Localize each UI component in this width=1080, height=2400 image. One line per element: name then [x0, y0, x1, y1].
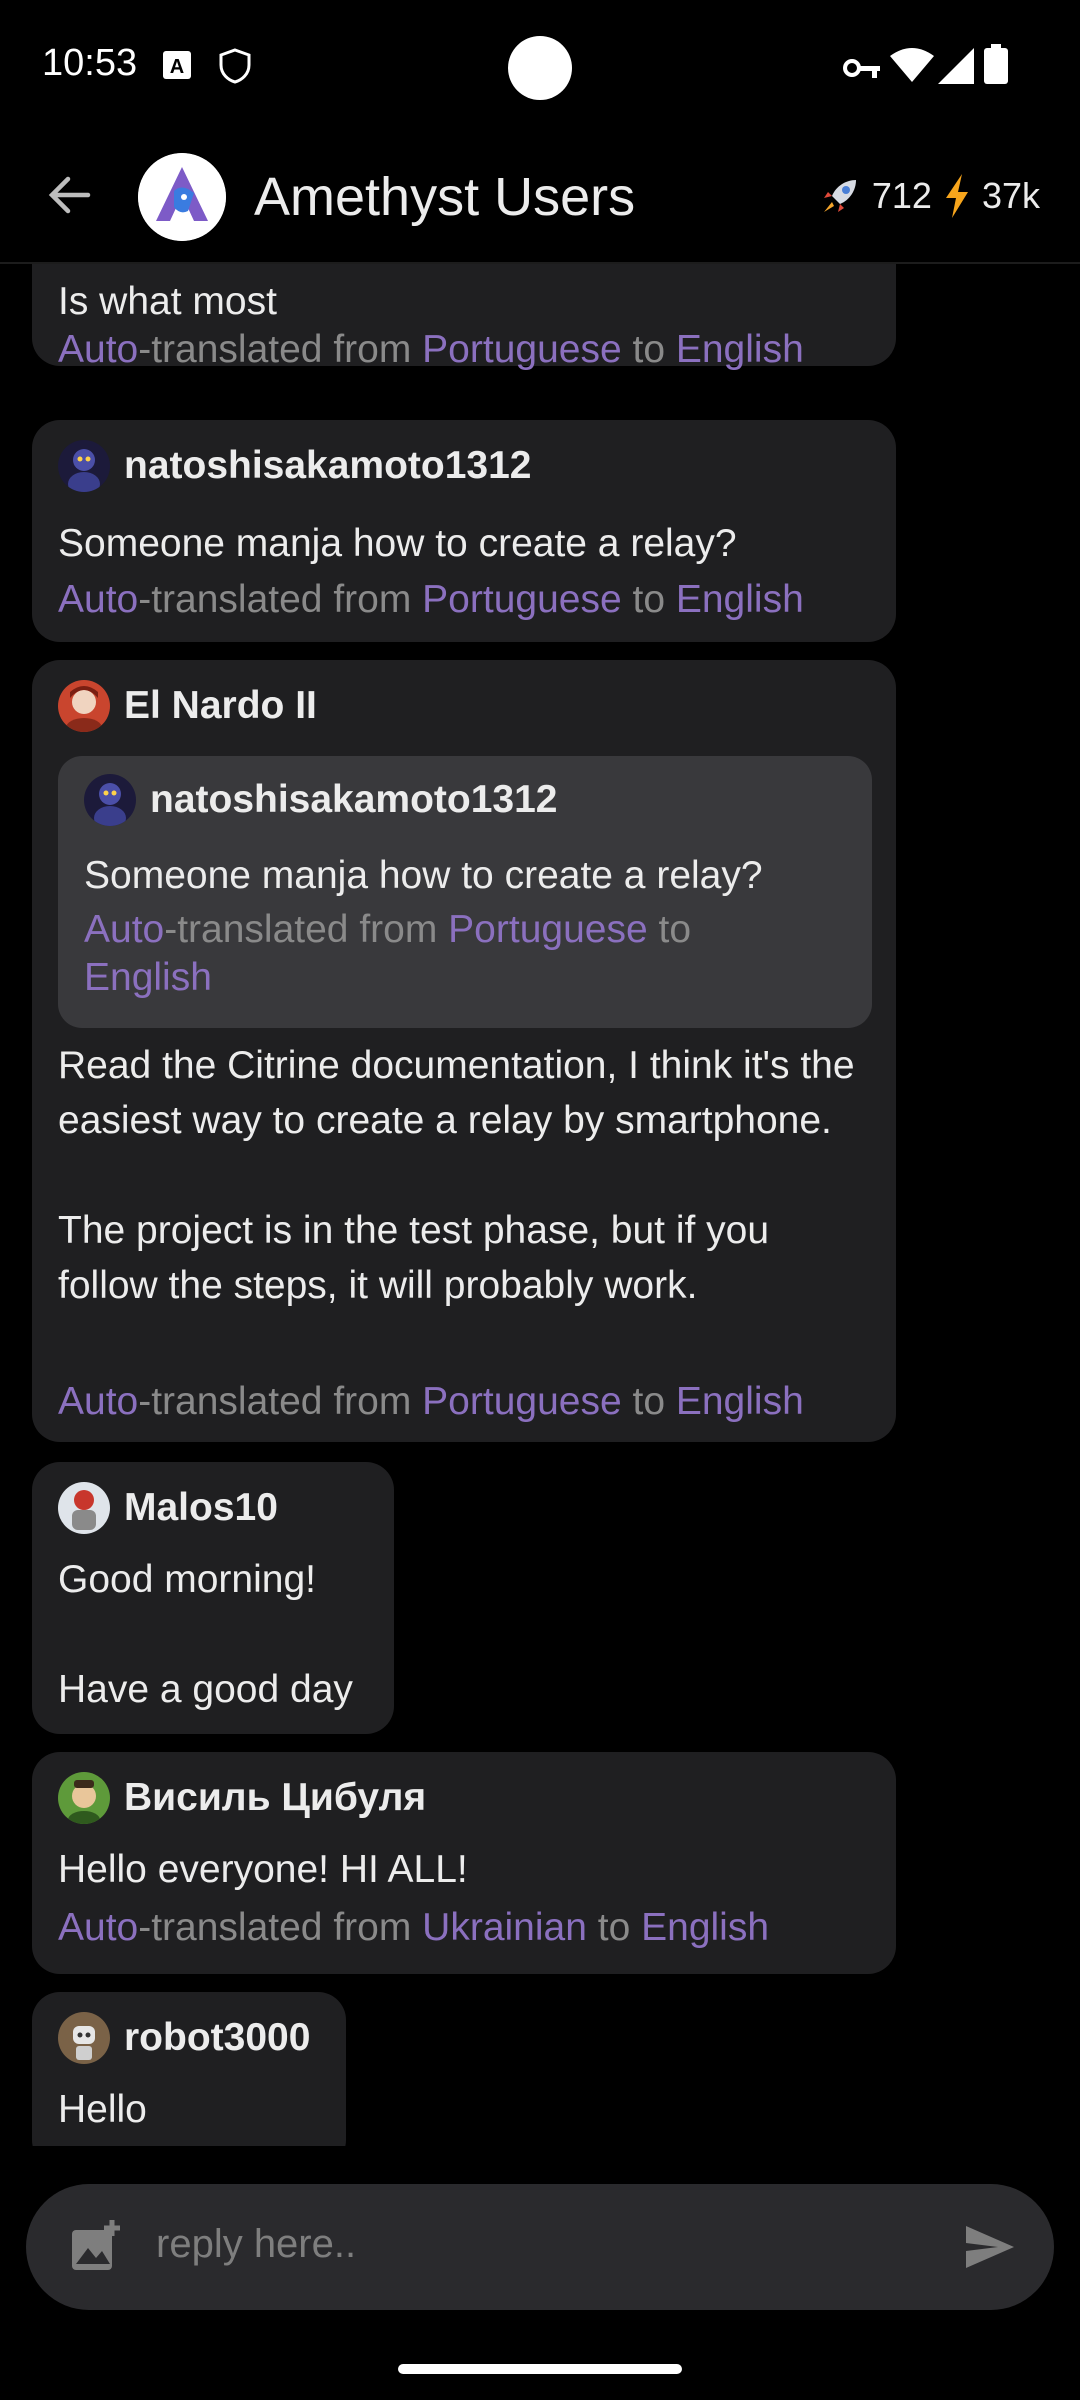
translation-to-text: to — [647, 908, 692, 951]
message-bubble[interactable]: natoshisakamoto1312 Someone manja how to… — [32, 420, 896, 642]
message-text: Good morning! Have a good day — [58, 1558, 353, 1711]
target-language: English — [675, 578, 804, 621]
home-indicator[interactable] — [398, 2364, 682, 2374]
translation-note[interactable]: Auto-translated from Portuguese to Engli… — [58, 1378, 804, 1426]
amethyst-logo-icon — [138, 153, 226, 241]
translation-note[interactable]: Auto-translated from Portuguese to Engli… — [58, 326, 804, 374]
message-text: Read the Citrine documentation, I think … — [58, 1044, 855, 1307]
message-text: Someone manja how to create a relay? — [58, 522, 737, 565]
message-feed[interactable]: Is what most Auto-translated from Portug… — [0, 264, 1080, 2146]
translation-to-text: to — [621, 578, 676, 621]
avatar[interactable] — [58, 440, 110, 492]
channel-avatar[interactable] — [138, 153, 226, 241]
message-text: Hello everyone! HI ALL! — [58, 1848, 468, 1891]
source-language: Ukrainian — [422, 1906, 587, 1949]
avatar[interactable] — [58, 1772, 110, 1824]
translation-to-text: to — [586, 1906, 642, 1949]
channel-stats: 712 37k — [818, 174, 1040, 218]
translation-to-text: to — [621, 328, 676, 371]
zap-total: 37k — [981, 175, 1040, 216]
translation-auto-label: Auto — [58, 578, 139, 621]
user-avatar-icon — [58, 1772, 110, 1824]
user-avatar-icon — [58, 2012, 110, 2064]
author-name: robot3000 — [124, 2016, 311, 2059]
author-name: El Nardo II — [124, 684, 317, 727]
source-language: Portuguese — [422, 578, 622, 621]
reply-composer[interactable]: reply here.. — [26, 2184, 1054, 2310]
quoted-author[interactable]: natoshisakamoto1312 — [84, 774, 558, 826]
translation-note[interactable]: Auto-translated from Portuguese to Engli… — [58, 576, 804, 624]
avatar[interactable] — [58, 680, 110, 732]
reply-input[interactable]: reply here.. — [156, 2222, 356, 2267]
translation-auto-label: Auto — [58, 1380, 139, 1423]
message-author[interactable]: natoshisakamoto1312 — [58, 440, 532, 492]
translation-from-text: -translated from — [138, 328, 423, 371]
target-language: English — [675, 328, 804, 371]
message-author[interactable]: Висиль Цибуля — [58, 1772, 426, 1824]
send-icon[interactable] — [964, 2224, 1016, 2270]
message-author[interactable]: El Nardo II — [58, 680, 317, 732]
quoted-message[interactable]: natoshisakamoto1312 Someone manja how to… — [58, 756, 872, 1028]
quoted-text: Someone manja how to create a relay? — [84, 854, 763, 897]
relay-count: 712 — [871, 175, 932, 216]
chat-header: Amethyst Users 712 37k — [0, 130, 1080, 264]
message-bubble[interactable]: El Nardo II natoshisakamoto1312 Someone … — [32, 660, 896, 1442]
status-bar: 10:53 A — [0, 0, 1080, 130]
translation-note[interactable]: Auto-translated from Ukrainian to Englis… — [58, 1904, 769, 1952]
translation-auto-label: Auto — [58, 328, 139, 371]
vpn-key-icon — [843, 59, 880, 78]
signal-icon — [938, 48, 974, 84]
rocket-icon — [823, 180, 856, 212]
message-bubble[interactable]: Висиль Цибуля Hello everyone! HI ALL! Au… — [32, 1752, 896, 1974]
user-avatar-icon — [58, 680, 110, 732]
wifi-icon — [890, 48, 934, 82]
add-image-icon[interactable] — [68, 2218, 124, 2274]
shield-icon — [219, 48, 251, 84]
target-language: English — [675, 1380, 804, 1423]
avatar[interactable] — [84, 774, 136, 826]
translation-auto-label: Auto — [58, 1906, 139, 1949]
translation-from-text: -translated from — [138, 578, 423, 621]
source-language: Portuguese — [422, 1380, 622, 1423]
lightning-icon — [945, 174, 968, 218]
translation-note[interactable]: Auto-translated from Portuguese to Engli… — [84, 906, 784, 1002]
translation-from-text: -translated from — [138, 1380, 423, 1423]
user-avatar-icon — [84, 774, 136, 826]
camera-cutout — [508, 36, 572, 100]
battery-icon — [984, 44, 1008, 84]
channel-title: Amethyst Users — [254, 167, 636, 227]
accessibility-a-icon: A — [163, 51, 191, 79]
translation-from-text: -translated from — [138, 1906, 423, 1949]
back-arrow-icon[interactable] — [44, 170, 94, 220]
message-bubble[interactable]: Is what most Auto-translated from Portug… — [32, 264, 896, 371]
user-avatar-icon — [58, 440, 110, 492]
source-language: Portuguese — [448, 908, 648, 951]
translation-auto-label: Auto — [84, 908, 165, 951]
user-avatar-icon — [58, 1482, 110, 1534]
target-language: English — [641, 1906, 770, 1949]
avatar[interactable] — [58, 2012, 110, 2064]
author-name: natoshisakamoto1312 — [150, 778, 558, 821]
svg-text:A: A — [170, 56, 184, 78]
translation-to-text: to — [621, 1380, 676, 1423]
message-author[interactable]: robot3000 — [58, 2012, 310, 2064]
source-language: Portuguese — [422, 328, 622, 371]
author-name: natoshisakamoto1312 — [124, 444, 532, 487]
message-text: Hello — [58, 2088, 147, 2131]
target-language: English — [84, 956, 212, 999]
message-bubble[interactable]: robot3000 Hello — [32, 1992, 346, 2146]
author-name: Malos10 — [124, 1486, 278, 1529]
message-bubble[interactable]: Malos10 Good morning! Have a good day — [32, 1462, 394, 1734]
translation-from-text: -translated from — [164, 908, 449, 951]
status-time: 10:53 — [42, 42, 138, 84]
author-name: Висиль Цибуля — [124, 1776, 427, 1819]
message-text: Is what most — [58, 280, 277, 323]
avatar[interactable] — [58, 1482, 110, 1534]
message-author[interactable]: Malos10 — [58, 1482, 278, 1534]
